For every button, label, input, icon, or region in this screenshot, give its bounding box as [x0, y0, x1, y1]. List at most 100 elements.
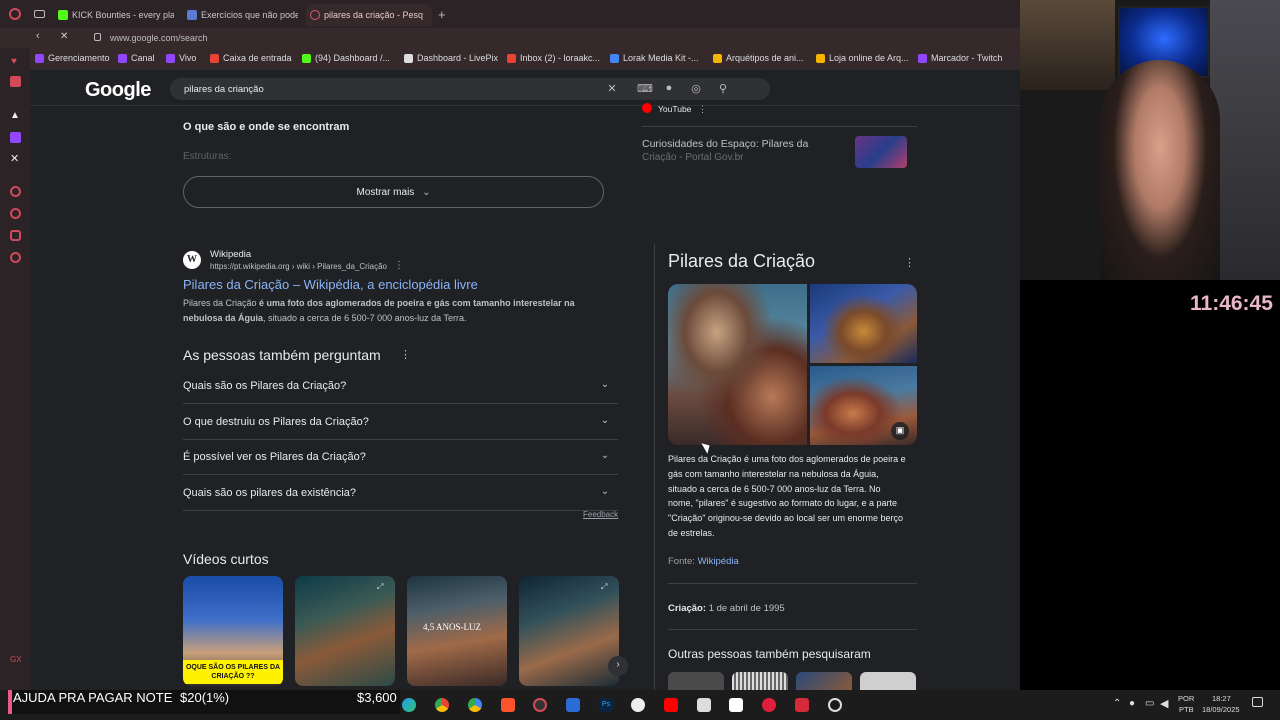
chrome-icon[interactable] [435, 698, 449, 712]
chevron-down-icon: ⌄ [600, 450, 610, 461]
show-more-button[interactable]: Mostrar mais ⌄ [183, 176, 604, 208]
x-icon[interactable]: ✕ [10, 152, 19, 165]
bookmark-label: Dashboard - LivePix [417, 53, 499, 63]
bookmark-label: Vivo [179, 53, 197, 63]
capcut-icon[interactable] [729, 698, 743, 712]
player-icon[interactable] [10, 186, 21, 197]
chevron-down-icon: ⌄ [422, 187, 431, 198]
mail-icon[interactable] [10, 76, 21, 87]
taskbar-time[interactable]: 18:27 [1212, 694, 1231, 703]
google-logo[interactable]: Google [85, 79, 151, 102]
video-card-thumbnail[interactable] [855, 136, 907, 168]
microphone-icon[interactable]: ● [662, 82, 676, 96]
language-bottom[interactable]: PTB [1179, 705, 1194, 714]
goal-progress: $20(1%) [180, 690, 230, 705]
related-thumbnail[interactable] [796, 672, 852, 690]
bookmark-item[interactable]: Loja online de Arq... [816, 53, 909, 63]
gx-icon[interactable]: GX [10, 655, 22, 664]
feedback-link[interactable]: Feedback [583, 510, 618, 519]
youtube-taskbar-icon[interactable] [664, 698, 678, 712]
keyboard-icon[interactable]: ⌨ [637, 82, 653, 96]
paa-question[interactable]: Quais são os Pilares da Criação? ⌄ [183, 369, 618, 404]
address-bar[interactable]: www.google.com/search [88, 30, 1008, 46]
twitch-icon[interactable] [10, 132, 21, 143]
video-thumbnail[interactable]: OQUE SÃO OS PILARES DA CRIAÇÃO ?? [183, 576, 283, 686]
extensions-icon[interactable] [10, 230, 21, 241]
paa-question[interactable]: O que destruiu os Pilares da Criação? ⌄ [183, 405, 618, 440]
tab-menu-icon[interactable] [34, 10, 45, 18]
language-top[interactable]: POR [1178, 694, 1194, 703]
calendar-icon[interactable] [697, 698, 711, 712]
settings-icon[interactable] [10, 252, 21, 263]
kp-divider [668, 583, 917, 584]
tab-pilares-search[interactable]: pilares da criação - Pesq [306, 4, 432, 26]
back-icon[interactable]: ‹ [36, 30, 40, 42]
photoshop-icon[interactable]: Ps [599, 698, 613, 712]
microphone-tray-icon[interactable]: ● [1129, 698, 1135, 709]
show-more-label: Mostrar mais [356, 187, 415, 198]
paa-question[interactable]: É possível ver os Pilares da Criação? ⌄ [183, 440, 618, 475]
kp-image-bottom-right[interactable]: ▣ [810, 366, 917, 445]
video-thumbnail[interactable]: ⤢ [295, 576, 395, 686]
chevron-down-icon: ⌄ [600, 485, 610, 497]
kick-sidebar-icon[interactable]: ▲ [10, 110, 20, 121]
bookmark-item[interactable]: Lorak Media Kit -... [610, 53, 699, 63]
search-input[interactable]: pilares da crianção ✕ ⌨ ● ◎ ⚲ [170, 78, 770, 100]
tray-chevron-icon[interactable]: ⌃ [1113, 698, 1121, 709]
tab-kick-bounties[interactable]: KICK Bounties - every pla [54, 4, 174, 26]
faded-text: Estruturas: [183, 151, 232, 162]
bookmark-item[interactable]: Gerenciamento [35, 53, 110, 63]
related-thumbnail[interactable] [668, 672, 724, 690]
goal-progress-fill [8, 690, 12, 714]
kp-source-link[interactable]: Wikipédia [698, 556, 739, 567]
paa-question[interactable]: Quais são os pilares da existência? ⌄ [183, 476, 618, 511]
bookmark-item[interactable]: Vivo [166, 53, 196, 63]
related-thumbnail[interactable] [860, 672, 916, 690]
kp-menu-icon[interactable]: ⋮ [904, 256, 915, 269]
bookmark-item[interactable]: Inbox (2) - loraakc... [507, 53, 600, 63]
notifications-icon[interactable] [1252, 697, 1263, 707]
bookmark-item[interactable]: Dashboard - LivePix [404, 53, 498, 63]
video-source-menu-icon[interactable]: ⋮ [698, 104, 707, 115]
result-title-link[interactable]: Pilares da Criação – Wikipédia, a encicl… [183, 277, 478, 292]
taskbar-date[interactable]: 18/09/2025 [1202, 705, 1240, 714]
chrome-profile-icon[interactable] [468, 698, 482, 712]
paa-menu-icon[interactable]: ⋮ [400, 348, 411, 361]
bookmark-item[interactable]: Caixa de entrada [210, 53, 292, 63]
clear-icon[interactable]: ✕ [605, 82, 619, 96]
address-text: www.google.com/search [110, 33, 208, 43]
bookmark-item[interactable]: Arquétipos de ani... [713, 53, 804, 63]
video-thumbnail[interactable]: ⤢ [519, 576, 619, 686]
history-icon[interactable] [10, 208, 21, 219]
edge-icon[interactable] [402, 698, 416, 712]
network-icon[interactable]: ▭ [1145, 698, 1154, 709]
lens-icon[interactable]: ◎ [689, 82, 703, 96]
video-title[interactable]: Curiosidades do Espaço: Pilares da [642, 138, 808, 150]
vpn-icon[interactable] [566, 698, 580, 712]
speedtest-icon[interactable] [828, 698, 842, 712]
heart-icon[interactable]: ♥ [11, 56, 17, 67]
video-title-line2[interactable]: Criação - Portal Gov.br [642, 152, 744, 163]
opera-gx-icon[interactable] [533, 698, 547, 712]
opera-logo-icon[interactable] [9, 8, 21, 20]
tab-exercicios[interactable]: Exercícios que não pode [183, 4, 298, 26]
bookmark-item[interactable]: Canal [118, 53, 155, 63]
bookmark-item[interactable]: Marcador - Twitch [918, 53, 1002, 63]
kp-image-top-right[interactable] [810, 284, 917, 363]
bookmark-item[interactable]: (94) Dashboard /... [302, 53, 390, 63]
result-url[interactable]: https://pt.wikipedia.org › wiki › Pilare… [210, 262, 387, 271]
carousel-next-button[interactable]: › [608, 656, 628, 676]
kp-image-main[interactable] [668, 284, 807, 445]
obs-icon[interactable] [631, 698, 645, 712]
brave-icon[interactable] [501, 698, 515, 712]
result-menu-icon[interactable]: ⋮ [394, 260, 404, 271]
opera-icon[interactable] [762, 698, 776, 712]
volume-icon[interactable]: ◀ [1160, 697, 1168, 710]
new-tab-button[interactable]: + [438, 7, 446, 22]
search-icon[interactable]: ⚲ [716, 82, 730, 96]
images-icon[interactable]: ▣ [891, 422, 909, 440]
streamer-app-icon[interactable] [795, 698, 809, 712]
stop-loading-icon[interactable]: ✕ [60, 31, 68, 42]
video-thumbnail[interactable]: 4,5 ANOS-LUZ [407, 576, 507, 686]
related-thumbnail[interactable] [732, 672, 788, 690]
